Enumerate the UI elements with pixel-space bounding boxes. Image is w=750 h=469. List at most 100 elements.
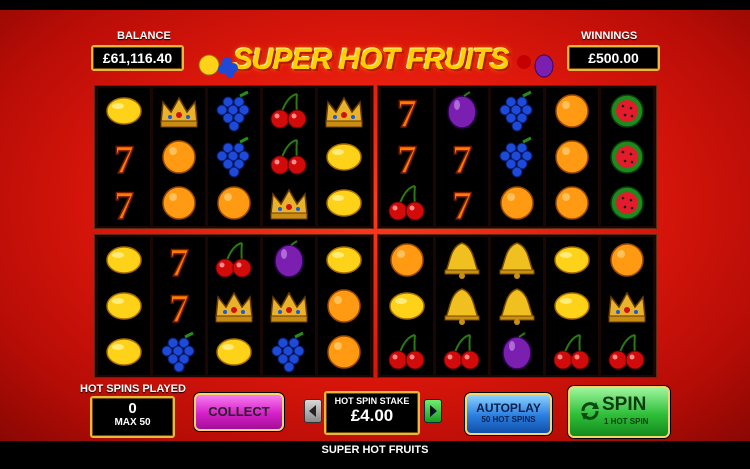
- game-stage: BALANCE £61,116.40 SUPER HOT FRUITS WINN…: [0, 10, 750, 441]
- reel: 77: [98, 88, 150, 229]
- bell-icon: [436, 283, 488, 329]
- reel: [491, 88, 543, 226]
- lemon-icon: [318, 237, 370, 283]
- orange-icon: [318, 329, 370, 375]
- winnings-value: £500.00: [588, 50, 639, 66]
- reel-grid-bottom-right: [377, 234, 657, 378]
- hot-spins-display: 0 MAX 50: [90, 396, 175, 438]
- reel: [546, 88, 598, 226]
- reel: [153, 88, 205, 226]
- reel: [208, 237, 260, 375]
- orange-icon: [546, 134, 598, 180]
- reel: [546, 237, 598, 375]
- hot-spins-max: MAX 50: [114, 417, 151, 428]
- cherry-icon: [601, 329, 653, 375]
- reel: [601, 237, 653, 375]
- orange-icon: [546, 88, 598, 134]
- reel: [436, 237, 488, 375]
- stake-display: HOT SPIN STAKE £4.00: [324, 391, 420, 435]
- svg-text:7: 7: [397, 137, 417, 180]
- bell-icon: [491, 283, 543, 329]
- cherry-icon: [546, 329, 598, 375]
- lemon-icon: [98, 237, 150, 283]
- lemon-icon: [318, 134, 370, 180]
- reel: [601, 88, 653, 226]
- cherry-icon: [208, 237, 260, 283]
- balance-value: £61,116.40: [102, 50, 173, 66]
- crown-icon: [263, 180, 315, 226]
- lemon-icon: [318, 180, 370, 226]
- reel: [263, 237, 315, 375]
- svg-text:7: 7: [169, 286, 189, 329]
- grapes-icon: [491, 88, 543, 134]
- refresh-icon: [581, 402, 599, 420]
- collect-label: COLLECT: [208, 404, 270, 419]
- svg-text:7: 7: [452, 183, 472, 226]
- orange-icon: [153, 180, 205, 226]
- hot-spins-count: 0: [128, 400, 137, 417]
- crown-icon: [208, 283, 260, 329]
- reel: 77: [153, 237, 205, 375]
- title-decoration-right-icon: [517, 54, 554, 78]
- seven-icon: 7: [436, 180, 488, 229]
- title-decoration-icon: [198, 54, 238, 78]
- stake-decrease-button[interactable]: [304, 399, 322, 423]
- cherry-icon: [263, 134, 315, 180]
- autoplay-sublabel: 50 HOT SPINS: [481, 415, 536, 424]
- orange-icon: [546, 180, 598, 226]
- lemon-icon: [546, 283, 598, 329]
- seven-icon: 7: [98, 180, 150, 229]
- seven-icon: 7: [98, 134, 150, 183]
- footer-bar: SUPER HOT FRUITS: [0, 441, 750, 469]
- crown-icon: [153, 88, 205, 134]
- reel-grid-top-right: 7777: [377, 85, 657, 229]
- reel-grid-bottom-left: 77: [94, 234, 374, 378]
- lemon-icon: [208, 329, 260, 375]
- plum-icon: [491, 329, 543, 375]
- hot-spins-label: HOT SPINS PLAYED: [80, 383, 186, 395]
- autoplay-button[interactable]: AUTOPLAY 50 HOT SPINS: [465, 393, 552, 435]
- watermelon-icon: [601, 180, 653, 226]
- crown-icon: [318, 88, 370, 134]
- orange-icon: [208, 180, 260, 226]
- svg-text:7: 7: [452, 137, 472, 180]
- plum-icon: [263, 237, 315, 283]
- stake-increase-button[interactable]: [424, 399, 442, 423]
- svg-text:7: 7: [397, 91, 417, 134]
- footer-title: SUPER HOT FRUITS: [321, 444, 429, 456]
- stake-value: £4.00: [350, 406, 394, 425]
- top-bar: [0, 0, 750, 10]
- balance-display: £61,116.40: [91, 45, 184, 71]
- orange-icon: [491, 180, 543, 226]
- reel: 77: [381, 88, 433, 226]
- orange-icon: [381, 237, 433, 283]
- bell-icon: [491, 237, 543, 283]
- cherry-icon: [263, 88, 315, 134]
- orange-icon: [601, 237, 653, 283]
- reel: [208, 88, 260, 226]
- winnings-display: £500.00: [567, 45, 660, 71]
- grapes-icon: [153, 329, 205, 375]
- reel-grid-top-left: 77: [94, 85, 374, 229]
- watermelon-icon: [601, 88, 653, 134]
- spin-label: SPIN: [602, 394, 647, 415]
- svg-text:7: 7: [114, 183, 134, 226]
- cherry-icon: [381, 329, 433, 375]
- cherry-icon: [436, 329, 488, 375]
- reel: [318, 237, 370, 375]
- seven-icon: 7: [153, 237, 205, 286]
- bell-icon: [436, 237, 488, 283]
- grapes-icon: [208, 134, 260, 180]
- grapes-icon: [491, 134, 543, 180]
- spin-button[interactable]: SPIN 1 HOT SPIN: [568, 386, 670, 438]
- lemon-icon: [98, 88, 150, 134]
- lemon-icon: [381, 283, 433, 329]
- reel: [98, 237, 150, 375]
- seven-icon: 7: [153, 283, 205, 332]
- svg-text:7: 7: [169, 240, 189, 283]
- seven-icon: 7: [381, 88, 433, 137]
- lemon-icon: [98, 329, 150, 375]
- reel: [263, 88, 315, 226]
- grapes-icon: [208, 88, 260, 134]
- collect-button[interactable]: COLLECT: [194, 393, 284, 431]
